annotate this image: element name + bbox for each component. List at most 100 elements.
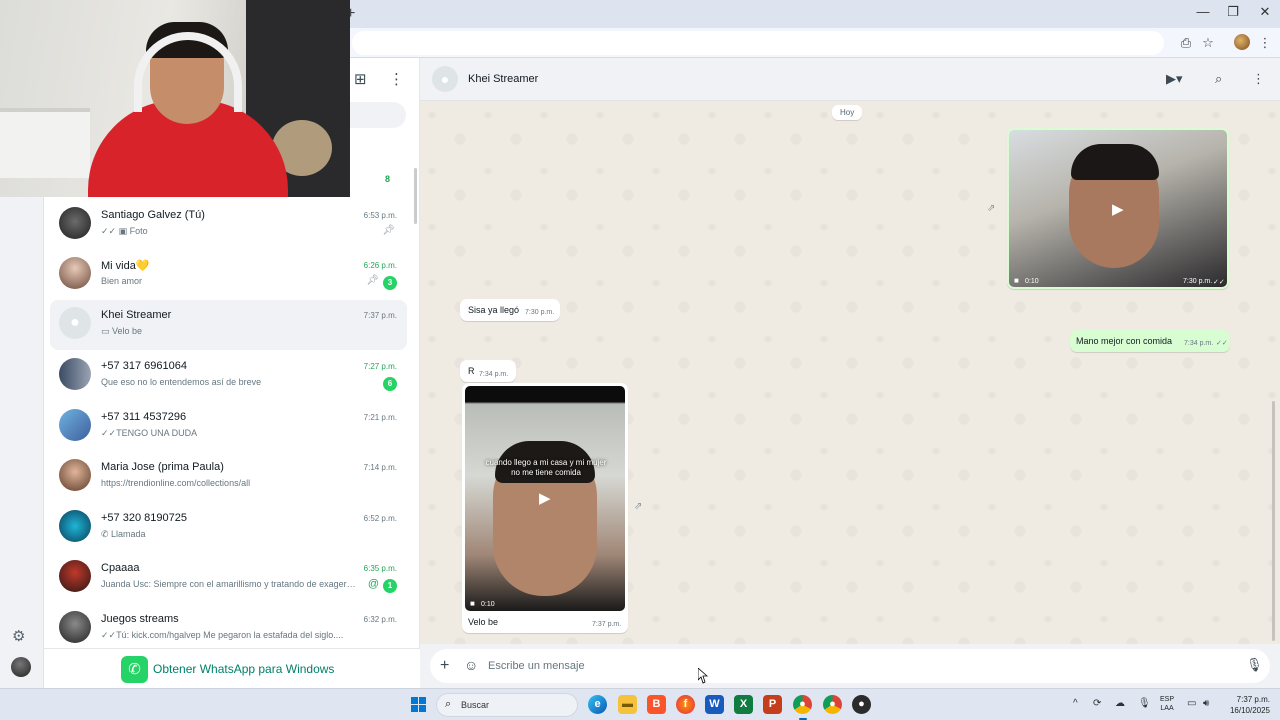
forward-icon[interactable]: ⇗ — [634, 501, 642, 512]
chat-item-573114537296[interactable]: +57 311 4537296 ✓✓TENGO UNA DUDA 7:21 p.… — [50, 402, 407, 452]
message-input[interactable] — [488, 657, 1188, 675]
windows-taskbar: ⌕ Buscar e ▬ B f W X P ● ● ● ^ ⟳ ☁ 🎙︎ ES… — [0, 688, 1280, 720]
chat-item-cpaaaa[interactable]: Cpaaaa Juanda Usc: Siempre con el amaril… — [50, 553, 407, 603]
unread-badge: 3 — [383, 276, 397, 290]
video-caption: Velo be — [468, 617, 499, 627]
close-window-button[interactable]: ✕ — [1250, 4, 1280, 20]
contact-avatar[interactable]: ● — [432, 66, 458, 92]
message-time: 7:30 p.m. — [1183, 278, 1213, 285]
incoming-video-message[interactable]: cuando llego a mi casa y mi mujer no me … — [462, 383, 628, 633]
video-camera-icon: ■ — [470, 599, 475, 608]
video-caption-overlay: cuando llego a mi casa y mi mujer no me … — [485, 458, 607, 477]
language-indicator[interactable]: ESP LAA — [1160, 695, 1174, 713]
avatar — [59, 358, 91, 390]
clock-date: 16/10/2025 — [1229, 706, 1270, 715]
outgoing-text-message: Mano mejor con comida 7:34 p.m. ✓✓ — [1070, 330, 1230, 352]
chat-preview: ▭ Velo be — [101, 326, 143, 336]
browser-menu-icon[interactable]: ⋮ — [1256, 34, 1274, 52]
powerpoint-icon[interactable]: P — [763, 695, 782, 714]
chat-time: 6:35 p.m. — [363, 564, 397, 573]
message-scrollbar[interactable] — [1272, 401, 1275, 641]
forward-icon[interactable]: ⇗ — [987, 203, 995, 214]
play-icon[interactable]: ▶ — [539, 489, 551, 507]
conversation-header[interactable]: ● Khei Streamer ▶▾ ⌕ ⋮ — [420, 58, 1280, 101]
new-chat-icon[interactable]: ⊞ — [354, 70, 367, 88]
video-thumbnail[interactable]: ▶ ■ 0:10 7:30 p.m. ✓✓ — [1009, 130, 1227, 287]
chrome-icon[interactable]: ● — [793, 695, 812, 714]
chat-item-maria-jose[interactable]: Maria Jose (prima Paula) https://trendio… — [50, 452, 407, 502]
install-app-icon[interactable]: ⎙ — [1177, 34, 1195, 52]
chat-time: 7:27 p.m. — [363, 362, 397, 371]
date-chip: Hoy — [832, 105, 863, 120]
chat-time: 6:52 p.m. — [363, 514, 397, 523]
chat-item-573208190725[interactable]: +57 320 8190725 ✆ Llamada 6:52 p.m. — [50, 503, 407, 553]
contact-name[interactable]: Khei Streamer — [468, 73, 538, 85]
sync-icon[interactable]: ⟳ — [1093, 698, 1101, 709]
brave-icon[interactable]: B — [647, 695, 666, 714]
chat-preview: ✓✓Tú: kick.com/hgalvep Me pegaron la est… — [101, 630, 344, 640]
excel-icon[interactable]: X — [734, 695, 753, 714]
outgoing-video-message[interactable]: ▶ ■ 0:10 7:30 p.m. ✓✓ — [1007, 128, 1229, 289]
chat-item-573176961064[interactable]: +57 317 6961064 Que eso no lo entendemos… — [50, 351, 407, 401]
attach-plus-icon[interactable]: + — [440, 657, 449, 675]
archived-count: 8 — [385, 174, 391, 184]
pinned-app-icon[interactable]: ● — [852, 695, 871, 714]
profile-avatar-rail[interactable] — [11, 657, 31, 677]
taskbar-search[interactable]: ⌕ Buscar — [436, 693, 578, 717]
windows-start-icon[interactable] — [411, 697, 427, 713]
bookmark-star-icon[interactable]: ☆ — [1199, 34, 1217, 52]
chat-time: 7:21 p.m. — [363, 413, 397, 422]
minimize-button[interactable]: — — [1188, 4, 1218, 19]
word-icon[interactable]: W — [705, 695, 724, 714]
chat-item-juegos-streams[interactable]: Juegos streams ✓✓Tú: kick.com/hgalvep Me… — [50, 604, 407, 654]
avatar — [59, 257, 91, 289]
network-icon[interactable]: ▭ — [1187, 698, 1196, 709]
whatsapp-logo-icon: ✆ — [121, 656, 148, 683]
sticker-emoji-icon[interactable]: ☺ — [464, 657, 478, 673]
chat-item-mi-vida[interactable]: Mi vida💛 Bien amor 6:26 p.m. 📌︎ 3 — [50, 250, 407, 300]
microphone-tray-icon[interactable]: 🎙︎ — [1138, 698, 1151, 709]
video-thumbnail[interactable]: cuando llego a mi casa y mi mujer no me … — [465, 386, 625, 611]
default-avatar-icon: ● — [59, 307, 91, 339]
get-app-banner[interactable]: ✆ Obtener WhatsApp para Windows — [44, 648, 420, 688]
unread-badge: 1 — [383, 579, 397, 593]
chat-item-khei-streamer[interactable]: ● Khei Streamer ▭ Velo be 7:37 p.m. — [50, 300, 407, 350]
chat-item-santiago-galvez[interactable]: Santiago Galvez (Tú) ✓✓ ▣ Foto 6:53 p.m.… — [50, 200, 407, 250]
microphone-icon[interactable]: 🎙︎ — [1246, 657, 1263, 673]
pin-icon: 📌︎ — [366, 275, 379, 286]
cloud-icon[interactable]: ☁ — [1115, 698, 1125, 709]
chat-preview: Bien amor — [101, 276, 143, 286]
unread-badge: 6 — [383, 377, 397, 391]
video-duration: 0:10 — [481, 601, 495, 608]
chevron-up-icon[interactable]: ^ — [1073, 698, 1078, 709]
message-text: R — [468, 366, 475, 376]
avatar — [59, 459, 91, 491]
maximize-button[interactable]: ❐ — [1218, 4, 1248, 20]
play-icon[interactable]: ▶ — [1112, 200, 1124, 218]
chat-preview: Que eso no lo entendemos así de breve — [101, 377, 262, 387]
address-field[interactable] — [352, 31, 1164, 55]
message-time: 7:34 p.m. — [479, 371, 509, 378]
get-app-label: Obtener WhatsApp para Windows — [153, 662, 335, 676]
firefox-icon[interactable]: f — [676, 695, 695, 714]
menu-icon[interactable]: ⋮ — [389, 70, 404, 88]
file-explorer-icon[interactable]: ▬ — [618, 695, 637, 714]
incoming-text-message: Sisa ya llegó 7:30 p.m. — [460, 299, 560, 321]
taskbar-search-label: Buscar — [461, 700, 490, 710]
chat-preview: ✆ Llamada — [101, 529, 146, 539]
chrome-profile-icon[interactable]: ● — [823, 695, 842, 714]
video-camera-icon: ■ — [1014, 276, 1019, 285]
search-icon[interactable]: ⌕ — [1215, 71, 1222, 87]
profile-avatar[interactable] — [1234, 34, 1250, 50]
mention-icon: @ — [367, 578, 379, 590]
chat-preview: https://trendionline.com/collections/all — [101, 478, 251, 488]
volume-icon[interactable]: 🔊︎ — [1203, 698, 1209, 709]
taskbar-clock[interactable]: 7:37 p.m. 16/10/2025 — [1224, 694, 1270, 716]
conversation-menu-icon[interactable]: ⋮ — [1252, 71, 1265, 87]
video-duration: 0:10 — [1025, 278, 1039, 285]
chat-list-scrollbar[interactable] — [414, 168, 417, 224]
gear-icon[interactable]: ⚙ — [12, 627, 25, 645]
edge-icon[interactable]: e — [588, 695, 607, 714]
message-text: Sisa ya llegó — [468, 305, 520, 315]
video-call-icon[interactable]: ▶▾ — [1166, 71, 1183, 87]
